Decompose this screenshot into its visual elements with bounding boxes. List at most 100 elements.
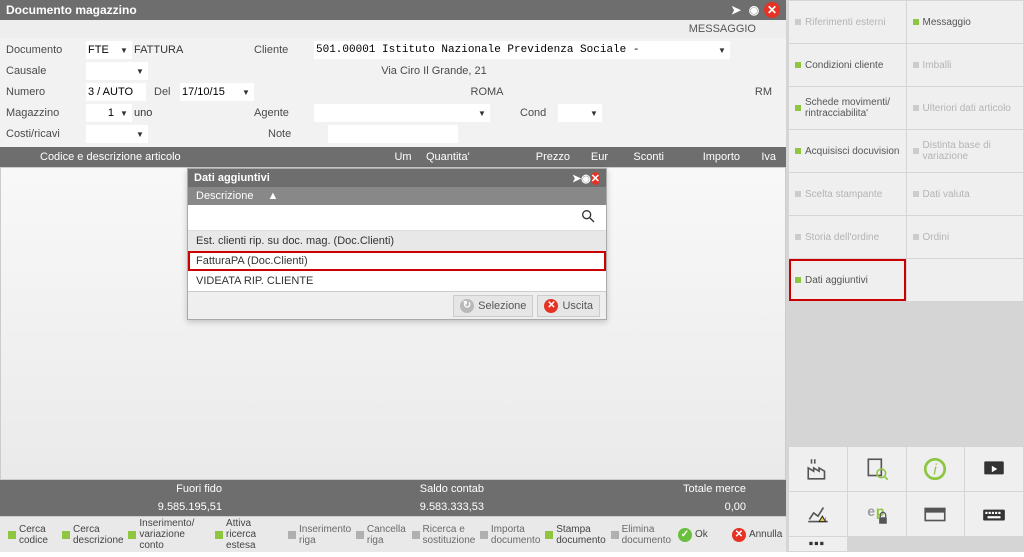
selezione-button[interactable]: ↻Selezione xyxy=(453,295,533,317)
agente-dropdown[interactable] xyxy=(474,104,490,122)
footer-button[interactable]: Stampa documento xyxy=(541,520,604,550)
cond-dropdown[interactable] xyxy=(586,104,602,122)
svg-text:i: i xyxy=(934,461,938,478)
costi-field[interactable] xyxy=(86,125,132,143)
side-item-label: Acquisisci docuvision xyxy=(805,146,900,157)
magazzino-dropdown[interactable] xyxy=(116,104,132,122)
footer-button[interactable]: Inserimento riga xyxy=(284,520,350,550)
dialog-titlebar: Dati aggiuntivi ➤ ◉ ✕ xyxy=(188,169,606,187)
refresh-icon: ↻ xyxy=(460,299,474,313)
side-menu-item[interactable]: Storia dell'ordine xyxy=(789,216,906,258)
annulla-button[interactable]: ✕Annulla xyxy=(728,520,782,550)
numero-field[interactable] xyxy=(86,83,146,101)
footer-button[interactable]: Elimina documento xyxy=(607,520,670,550)
ep-lock-icon[interactable]: ep xyxy=(848,492,906,536)
costi-dropdown[interactable] xyxy=(132,125,148,143)
side-menu-item[interactable]: Dati aggiuntivi xyxy=(789,259,906,301)
fuori-fido-value: 9.585.195,51 xyxy=(0,501,262,513)
col-codice: Codice e descrizione articolo xyxy=(0,151,386,163)
info-icon[interactable]: i xyxy=(907,447,965,491)
dialog-target-icon[interactable]: ◉ xyxy=(581,172,591,185)
search-icon[interactable] xyxy=(580,208,596,227)
doc-search-icon[interactable] xyxy=(848,447,906,491)
agente-field[interactable] xyxy=(314,104,474,122)
close-icon[interactable]: ✕ xyxy=(764,2,780,18)
dialog-dati-aggiuntivi: Dati aggiuntivi ➤ ◉ ✕ Descrizione ▲ Est.… xyxy=(187,168,607,320)
causale-dropdown[interactable] xyxy=(132,62,148,80)
magazzino-desc: uno xyxy=(134,107,254,119)
list-item[interactable]: VIDEATA RIP. CLIENTE xyxy=(188,271,606,291)
keyboard-icon[interactable] xyxy=(965,492,1023,536)
side-menu-item[interactable]: Scelta stampante xyxy=(789,173,906,215)
footer-button[interactable]: Attiva ricerca estesa xyxy=(211,520,282,550)
side-menu-item[interactable]: Messaggio xyxy=(907,1,1024,43)
footer-button-label: Inserimento/ variazione conto xyxy=(139,518,205,551)
list-item[interactable]: FatturaPA (Doc.Clienti) xyxy=(188,251,606,271)
note-field[interactable] xyxy=(328,125,458,143)
fuori-fido-label: Fuori fido xyxy=(0,483,262,495)
footer-button[interactable]: Cancella riga xyxy=(352,520,406,550)
footer-button[interactable]: Ricerca e sostituzione xyxy=(408,520,474,550)
magazzino-label: Magazzino xyxy=(6,107,86,119)
cliente-dropdown[interactable] xyxy=(714,41,730,59)
magazzino-field[interactable] xyxy=(86,104,116,122)
side-menu-item[interactable]: Distinta base di variazione xyxy=(907,130,1024,172)
del-field[interactable] xyxy=(180,83,238,101)
footer-button[interactable]: Importa documento xyxy=(476,520,539,550)
side-menu-item[interactable]: Imballi xyxy=(907,44,1024,86)
cond-field[interactable] xyxy=(558,104,586,122)
side-item-label: Distinta base di variazione xyxy=(923,140,1018,162)
del-dropdown[interactable] xyxy=(238,83,254,101)
monitor-icon[interactable] xyxy=(965,447,1023,491)
indicator-icon xyxy=(288,531,296,539)
side-menu-item[interactable]: Ordini xyxy=(907,216,1024,258)
ok-button[interactable]: ✓Ok xyxy=(674,520,726,550)
documento-dropdown[interactable] xyxy=(116,41,132,59)
close-icon: ✕ xyxy=(732,528,746,542)
indicator-icon xyxy=(913,191,919,197)
dialog-pin-icon[interactable]: ➤ xyxy=(572,172,581,185)
factory-icon[interactable] xyxy=(789,447,847,491)
footer-button[interactable]: Cerca codice xyxy=(4,520,56,550)
indicator-icon xyxy=(8,531,16,539)
indicator-icon xyxy=(480,531,488,539)
dialog-column-header[interactable]: Descrizione ▲ xyxy=(188,187,606,205)
grid-header: Codice e descrizione articolo Um Quantit… xyxy=(0,147,786,167)
chart-warning-icon[interactable]: ! xyxy=(789,492,847,536)
dialog-column-label: Descrizione xyxy=(196,190,253,202)
side-menu-item[interactable]: Riferimenti esterni xyxy=(789,1,906,43)
totale-value: 0,00 xyxy=(524,501,786,513)
footer-button-label: Cancella riga xyxy=(367,524,406,546)
footer-button-label: Cerca codice xyxy=(19,524,48,546)
col-sconti: Sconti xyxy=(614,151,670,163)
col-prezzo: Prezzo xyxy=(510,151,576,163)
cliente-address: Via Ciro Il Grande, 21 xyxy=(148,65,720,77)
list-item[interactable]: Est. clienti rip. su doc. mag. (Doc.Clie… xyxy=(188,231,606,251)
card-icon[interactable] xyxy=(907,492,965,536)
documento-field[interactable] xyxy=(86,41,116,59)
side-menu-item[interactable]: Dati valuta xyxy=(907,173,1024,215)
side-menu-item[interactable]: Condizioni cliente xyxy=(789,44,906,86)
cliente-field[interactable] xyxy=(314,41,714,59)
side-panel: Riferimenti esterniMessaggioCondizioni c… xyxy=(786,0,1024,552)
uscita-button[interactable]: ✕Uscita xyxy=(537,295,600,317)
side-menu-item[interactable]: Acquisisci docuvision xyxy=(789,130,906,172)
side-item-label: Schede movimenti/ rintracciabilita' xyxy=(805,97,890,119)
dialog-close-icon[interactable]: ✕ xyxy=(591,172,600,185)
dots-icon[interactable] xyxy=(789,537,847,551)
indicator-icon xyxy=(62,531,70,539)
side-menu-item[interactable]: Schede movimenti/ rintracciabilita' xyxy=(789,87,906,129)
indicator-icon xyxy=(913,234,919,240)
totals-bar: Fuori fido Saldo contab Totale merce 9.5… xyxy=(0,480,786,516)
target-icon[interactable]: ◉ xyxy=(746,2,762,18)
causale-field[interactable] xyxy=(86,62,132,80)
side-menu-item[interactable]: Ulteriori dati articolo xyxy=(907,87,1024,129)
footer-button[interactable]: Inserimento/ variazione conto xyxy=(124,520,209,550)
pin-icon[interactable]: ➤ xyxy=(728,2,744,18)
footer-button-label: Importa documento xyxy=(491,524,540,546)
cliente-prov: RM xyxy=(720,86,780,98)
footer-button[interactable]: Cerca descrizione xyxy=(58,520,122,550)
side-item-label: Imballi xyxy=(923,60,952,71)
side-item-label: Dati valuta xyxy=(923,189,970,200)
check-icon: ✓ xyxy=(678,528,692,542)
